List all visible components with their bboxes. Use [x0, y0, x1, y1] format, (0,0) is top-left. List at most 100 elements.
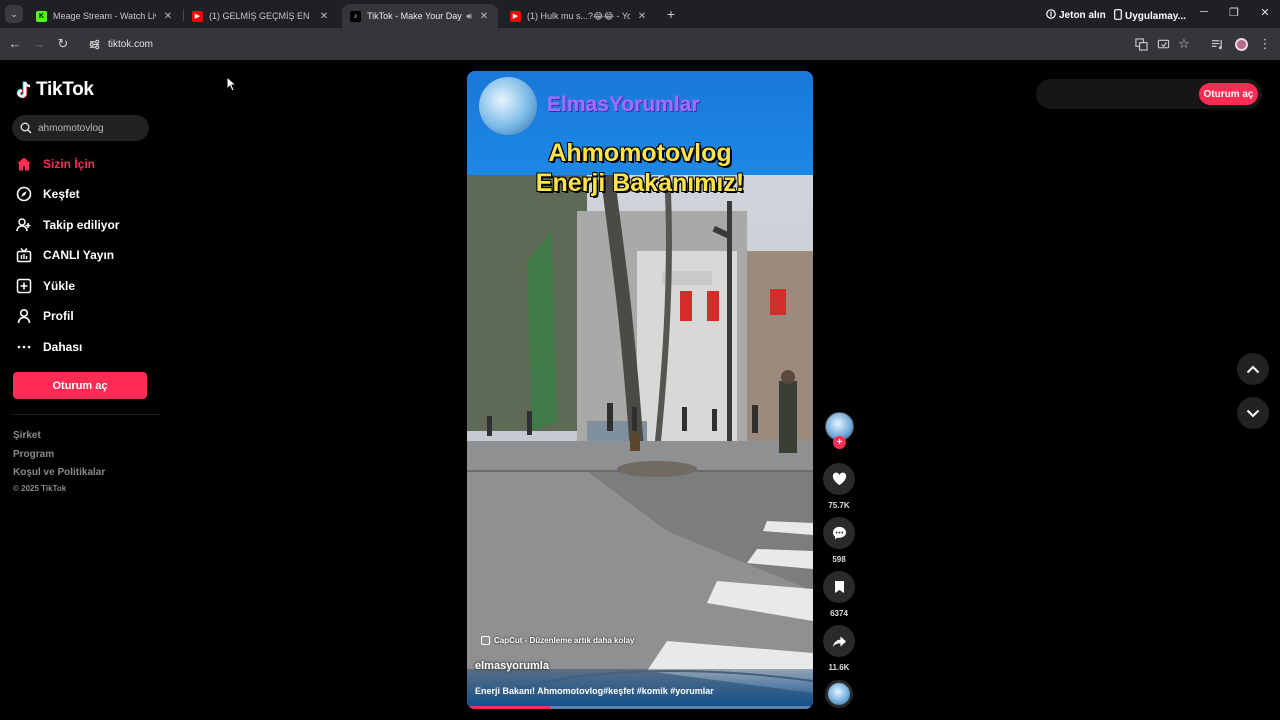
footer-link-program[interactable]: Program [13, 449, 54, 460]
get-coins-link[interactable]: Jeton alın [1046, 9, 1106, 22]
tab-title: Meage Stream - Watch Live on [53, 11, 156, 21]
tiktok-logo[interactable]: TikTok [16, 79, 94, 101]
video-progress-fill [467, 706, 551, 709]
browser-tab-youtube-2[interactable]: ▶ (1) Hulk mu s...?😂😂 - YouTub ✕ [502, 4, 656, 28]
restore-button[interactable]: ❐ [1219, 6, 1249, 19]
sidebar-item-live[interactable]: CANLI Yayın [16, 244, 114, 266]
video-player[interactable]: ElmasYorumlar Ahmomotovlog Enerji Bakanı… [467, 71, 813, 709]
music-disc-avatar[interactable] [825, 680, 853, 708]
video-description: Enerji Bakanı! Ahmomotovlog#keşfet #komi… [475, 686, 714, 696]
capcut-badge[interactable]: CapCut - Düzenleme artık daha kolay [481, 636, 634, 645]
share-count: 11.6K [828, 663, 850, 672]
arrow-left-icon: ← [8, 36, 22, 51]
logo-text: TikTok [36, 79, 94, 100]
browser-tab-kick[interactable]: K Meage Stream - Watch Live on ✕ [28, 4, 182, 28]
more-icon [16, 339, 32, 355]
restore-icon: ❐ [1229, 7, 1239, 19]
copyright: © 2025 TikTok [13, 484, 67, 493]
comment-count: 598 [832, 555, 846, 564]
search-input[interactable] [38, 122, 138, 134]
login-button[interactable]: Oturum aç [13, 372, 147, 399]
save-count: 6374 [830, 609, 848, 618]
back-button[interactable]: ← [6, 35, 24, 53]
reload-button[interactable]: ↻ [54, 35, 72, 53]
sidebar-item-upload[interactable]: Yükle [16, 275, 75, 297]
video-author[interactable]: elmasyorumla [475, 660, 549, 672]
sidebar-item-label: Sizin İçin [43, 157, 96, 171]
sidebar-item-label: Yükle [43, 279, 76, 293]
sidebar-item-for-you[interactable]: Sizin İçin [16, 153, 95, 175]
video-caption-line-2: Enerji Bakanımız! [535, 169, 745, 197]
save-button[interactable] [823, 571, 855, 603]
search-box[interactable] [12, 115, 149, 141]
heart-icon [832, 472, 846, 486]
close-icon[interactable]: ✕ [478, 11, 490, 22]
video-caption-line-1: Ahmomotovlog [548, 139, 732, 167]
chevron-down-icon: ⌄ [10, 8, 18, 19]
tab-title: TikTok - Make Your Day [367, 11, 462, 21]
comment-button[interactable] [823, 517, 855, 549]
like-button[interactable] [823, 463, 855, 495]
bookmark-star-icon[interactable]: ☆ [1176, 36, 1192, 52]
home-icon [16, 156, 32, 172]
media-control-icon[interactable] [1209, 36, 1225, 52]
sidebar-item-profile[interactable]: Profil [16, 305, 74, 327]
close-window-button[interactable]: ✕ [1250, 6, 1280, 19]
translate-icon[interactable] [1133, 36, 1149, 52]
close-icon: ✕ [1260, 7, 1270, 19]
live-icon [16, 247, 32, 263]
footer-link-company[interactable]: Şirket [13, 430, 41, 441]
plus-icon: + [666, 6, 676, 22]
footer-link-terms[interactable]: Koşul ve Politikalar [13, 467, 105, 478]
diamond-logo-icon [479, 77, 537, 135]
close-icon[interactable]: ✕ [636, 11, 648, 22]
like-count: 75.7K [828, 501, 850, 510]
bookmark-icon [834, 581, 844, 593]
phone-icon [1114, 9, 1122, 23]
search-icon [20, 122, 32, 134]
following-icon [16, 217, 32, 233]
forward-button[interactable]: → [30, 35, 48, 53]
sidebar-item-following[interactable]: Takip ediliyor [16, 214, 119, 236]
close-icon[interactable]: ✕ [318, 11, 330, 22]
tab-search-button[interactable]: ⌄ [5, 5, 23, 23]
share-button[interactable] [823, 625, 855, 657]
youtube-icon: ▶ [510, 10, 521, 22]
browser-tab-tiktok[interactable]: ♪ TikTok - Make Your Day 🔊︎ ✕ [342, 4, 498, 28]
url-text[interactable]: tiktok.com [108, 39, 153, 50]
profile-avatar-icon[interactable] [1233, 36, 1249, 52]
top-login-button[interactable]: Oturum aç [1199, 83, 1258, 105]
sidebar-item-label: Dahası [43, 340, 83, 354]
chevron-down-icon [1246, 409, 1260, 417]
coin-icon [1046, 9, 1056, 22]
site-info-icon[interactable] [86, 36, 102, 52]
new-tab-button[interactable]: + [664, 6, 678, 22]
sidebar-divider [13, 414, 160, 415]
capcut-icon [481, 636, 490, 645]
previous-video-button[interactable] [1237, 353, 1269, 385]
video-frame [467, 171, 813, 709]
tiktok-note-icon [16, 81, 31, 98]
next-video-button[interactable] [1237, 397, 1269, 429]
cast-icon[interactable] [1155, 36, 1171, 52]
comment-icon [832, 526, 846, 540]
minimize-button[interactable]: ─ [1189, 6, 1219, 18]
get-app-link[interactable]: Uygulamay... [1114, 9, 1186, 23]
minimize-icon: ─ [1200, 6, 1208, 18]
speaker-icon[interactable]: 🔊︎ [466, 11, 472, 22]
sidebar-item-more[interactable]: Dahası [16, 336, 82, 358]
chevron-up-icon [1246, 365, 1260, 373]
get-coins-label: Jeton alın [1059, 10, 1106, 21]
address-bar[interactable]: tiktok.com [80, 32, 1120, 56]
video-progress-bar[interactable] [467, 706, 813, 709]
share-icon [832, 635, 846, 647]
close-icon[interactable]: ✕ [162, 11, 174, 22]
browser-tab-youtube-1[interactable]: ▶ (1) GELMİŞ GEÇMİŞ EN DUYGU ✕ [184, 4, 338, 28]
tab-title: (1) GELMİŞ GEÇMİŞ EN DUYGU [209, 11, 312, 21]
sidebar-item-explore[interactable]: Keşfet [16, 183, 80, 205]
kebab-menu-icon[interactable]: ⋮ [1257, 36, 1273, 52]
follow-plus-icon[interactable]: + [833, 436, 846, 449]
profile-picture [1234, 37, 1248, 51]
kick-icon: K [36, 10, 47, 22]
youtube-icon: ▶ [192, 10, 203, 22]
